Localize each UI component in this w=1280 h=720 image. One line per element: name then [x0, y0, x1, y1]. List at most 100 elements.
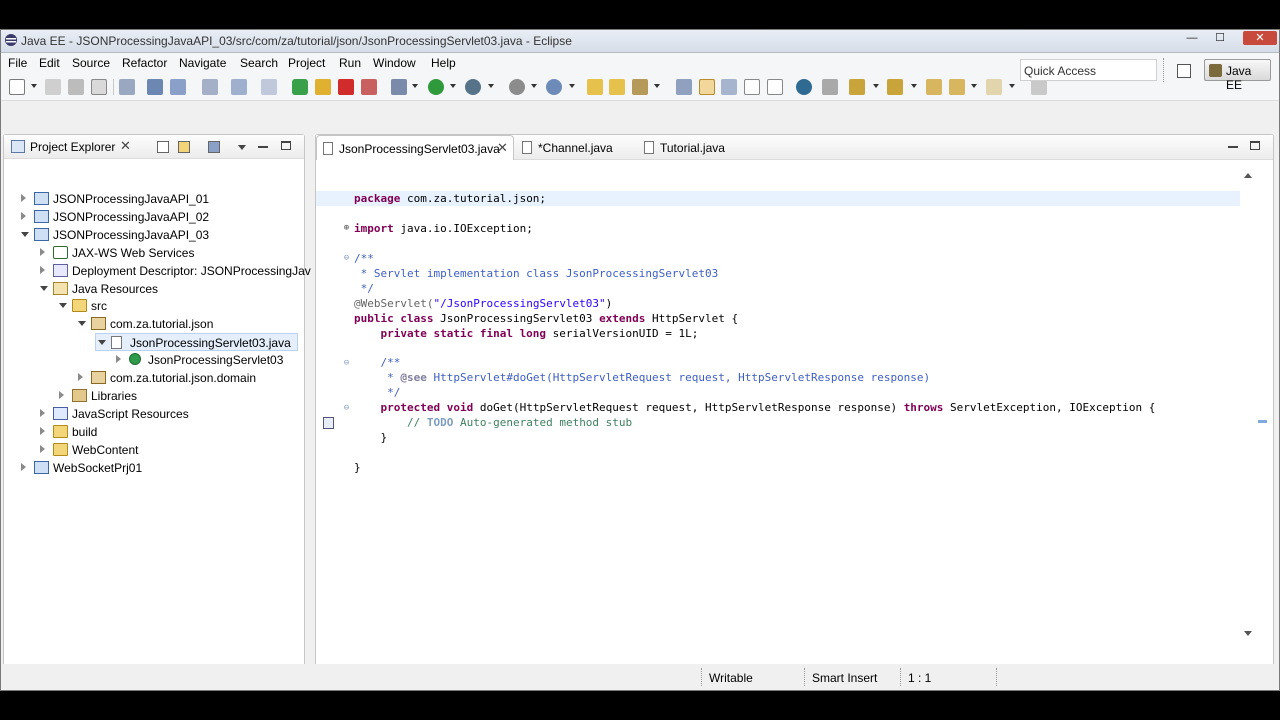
- collapse-icon[interactable]: [78, 321, 86, 327]
- menu-navigate[interactable]: Navigate: [179, 56, 226, 70]
- view-menu-icon[interactable]: [238, 145, 246, 150]
- tree-item[interactable]: src: [57, 297, 298, 315]
- pin-editor-icon[interactable]: [1031, 79, 1047, 95]
- focus-icon[interactable]: [208, 141, 220, 153]
- expand-icon[interactable]: [40, 247, 45, 256]
- expand-icon[interactable]: [78, 373, 83, 381]
- menu-source[interactable]: Source: [72, 56, 110, 70]
- maximize-editor-icon[interactable]: [1250, 141, 1260, 150]
- server-dropdown-icon[interactable]: [531, 84, 537, 88]
- step-icon[interactable]: [261, 79, 277, 95]
- overview-ruler-marker[interactable]: [1258, 420, 1267, 423]
- paragraph-icon[interactable]: [767, 79, 783, 95]
- expand-icon[interactable]: [40, 426, 45, 435]
- prev-annotation-icon[interactable]: [887, 79, 903, 95]
- tree-item[interactable]: JsonProcessingServlet03: [114, 351, 298, 369]
- disconnect-icon[interactable]: [361, 79, 377, 95]
- scroll-up-icon[interactable]: [1244, 173, 1252, 178]
- show-whitespace-icon[interactable]: [744, 79, 760, 95]
- collapse-icon[interactable]: [21, 231, 29, 237]
- skip-breakpoints-icon[interactable]: [119, 79, 135, 95]
- terminate-icon[interactable]: [338, 79, 354, 95]
- suspend-icon[interactable]: [315, 79, 331, 95]
- menu-refactor[interactable]: Refactor: [122, 56, 167, 70]
- tree-item[interactable]: JavaScript Resources: [38, 405, 298, 423]
- close-button[interactable]: ✕: [1243, 31, 1277, 45]
- editor-vertical-scrollbar[interactable]: [1240, 161, 1256, 641]
- save-all-icon[interactable]: [68, 79, 84, 95]
- menu-help[interactable]: Help: [431, 56, 456, 70]
- prev-annotation-dropdown-icon[interactable]: [911, 84, 917, 88]
- expand-icon[interactable]: [21, 211, 26, 220]
- print-icon[interactable]: [91, 79, 107, 95]
- next-annotation-icon[interactable]: [849, 79, 865, 95]
- new-dropdown-icon[interactable]: [31, 84, 37, 88]
- open-task-icon[interactable]: [170, 79, 186, 95]
- menu-edit[interactable]: Edit: [39, 56, 60, 70]
- search-icon[interactable]: [676, 79, 692, 95]
- block-selection-icon[interactable]: [721, 79, 737, 95]
- back-icon[interactable]: [949, 79, 965, 95]
- tree-item[interactable]: WebSocketPrj01: [19, 459, 298, 477]
- globe-icon[interactable]: [796, 79, 812, 95]
- fold-expand-icon[interactable]: ⊕: [342, 224, 351, 233]
- open-project-icon[interactable]: [609, 79, 625, 95]
- forward-icon[interactable]: [986, 79, 1002, 95]
- code-editor[interactable]: package com.za.tutorial.json; ⊕ import j…: [316, 161, 1246, 641]
- tree-item[interactable]: JsonProcessingServlet03.java: [95, 333, 298, 352]
- refresh-icon[interactable]: [231, 79, 247, 95]
- minimize-editor-icon[interactable]: [1228, 146, 1238, 148]
- quick-access-input[interactable]: Quick Access: [1020, 59, 1157, 81]
- tree-item[interactable]: JSONProcessingJavaAPI_03: [19, 226, 298, 244]
- new-server-icon[interactable]: [509, 79, 525, 95]
- expand-icon[interactable]: [21, 194, 26, 202]
- open-type-icon[interactable]: [147, 79, 163, 95]
- scroll-down-icon[interactable]: [1244, 631, 1252, 636]
- tab-channel[interactable]: *Channel.java: [516, 135, 634, 160]
- collapse-icon[interactable]: [40, 285, 48, 291]
- menu-project[interactable]: Project: [288, 56, 325, 70]
- new-icon[interactable]: [9, 79, 25, 95]
- annotation-nav-icon[interactable]: [822, 79, 838, 95]
- minimize-view-icon[interactable]: [258, 146, 268, 148]
- next-annotation-dropdown-icon[interactable]: [873, 84, 879, 88]
- menu-window[interactable]: Window: [373, 56, 416, 70]
- last-edit-icon[interactable]: [926, 79, 942, 95]
- pencil-icon[interactable]: [632, 79, 648, 95]
- maximize-button[interactable]: ☐: [1209, 31, 1231, 45]
- tree-item[interactable]: JSONProcessingJavaAPI_01: [19, 190, 298, 208]
- run-icon[interactable]: [428, 79, 444, 95]
- collapse-icon[interactable]: [98, 340, 106, 346]
- expand-icon[interactable]: [116, 355, 121, 364]
- tab-tutorial[interactable]: Tutorial.java: [638, 135, 748, 160]
- task-marker-icon[interactable]: [323, 417, 334, 429]
- link-with-editor-icon[interactable]: [178, 141, 190, 153]
- tree-item[interactable]: Java Resources: [38, 280, 298, 298]
- open-folder-icon[interactable]: [587, 79, 603, 95]
- back-dropdown-icon[interactable]: [971, 84, 977, 88]
- expand-icon[interactable]: [59, 390, 64, 399]
- menu-file[interactable]: File: [8, 56, 27, 70]
- tree-item[interactable]: build: [38, 423, 298, 441]
- tree-item[interactable]: com.za.tutorial.json.domain: [76, 369, 298, 387]
- mark-occurrences-icon[interactable]: [699, 79, 715, 95]
- minimize-button[interactable]: —: [1181, 31, 1203, 45]
- open-perspective-icon[interactable]: [1177, 64, 1191, 78]
- new-java-dropdown-icon[interactable]: [569, 84, 575, 88]
- external-tools-icon[interactable]: [465, 79, 481, 95]
- expand-icon[interactable]: [40, 444, 45, 453]
- maximize-view-icon[interactable]: [281, 141, 291, 150]
- fold-collapse-icon[interactable]: ⊖: [342, 359, 351, 368]
- tree-item[interactable]: WebContent: [38, 441, 298, 459]
- debug-dropdown-icon[interactable]: [412, 84, 418, 88]
- tree-item[interactable]: Deployment Descriptor: JSONProcessingJav: [38, 262, 311, 280]
- expand-icon[interactable]: [40, 265, 45, 274]
- resume-icon[interactable]: [292, 79, 308, 95]
- close-view-icon[interactable]: ✕: [120, 138, 131, 154]
- external-tools-dropdown-icon[interactable]: [488, 84, 494, 88]
- collapse-icon[interactable]: [59, 303, 67, 309]
- run-dropdown-icon[interactable]: [450, 84, 456, 88]
- tree-item[interactable]: Libraries: [57, 387, 298, 405]
- save-icon[interactable]: [45, 79, 61, 95]
- forward-dropdown-icon[interactable]: [1009, 84, 1015, 88]
